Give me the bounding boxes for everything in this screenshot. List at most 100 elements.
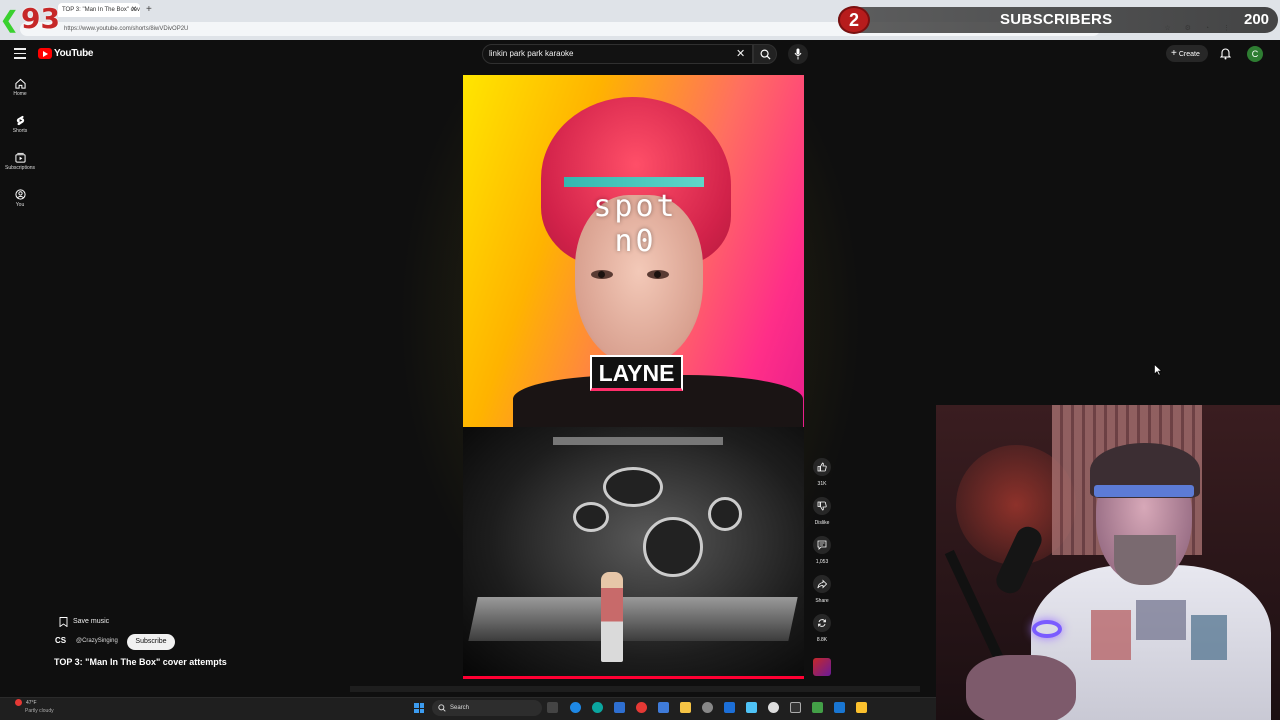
notifications-bell-icon[interactable] xyxy=(1219,47,1232,65)
shirt-art-panel xyxy=(1136,600,1186,640)
dislike-button[interactable]: Dislike xyxy=(812,497,832,526)
hamburger-menu-icon[interactable] xyxy=(14,48,26,60)
floor-tom xyxy=(708,497,742,531)
comment-count: 1,053 xyxy=(815,559,829,565)
browser-tab[interactable]: TOP 3: "Man In The Box" cov ✕ xyxy=(58,3,140,17)
tom-drum xyxy=(573,502,609,532)
tab-close-icon[interactable]: ✕ xyxy=(131,3,137,17)
subscriber-label: SUBSCRIBERS xyxy=(1000,11,1113,28)
bass-drum xyxy=(603,467,663,507)
weather-description[interactable]: Partly cloudy xyxy=(25,708,54,714)
channel-name[interactable]: @CrazySinging xyxy=(76,638,118,644)
video-top-panel: spot n0 LAYNE xyxy=(463,75,804,435)
remix-icon xyxy=(818,619,826,627)
tab-title: TOP 3: "Man In The Box" cov xyxy=(62,7,140,13)
shorts-video-player[interactable]: spot n0 LAYNE xyxy=(463,75,804,679)
sound-thumbnail[interactable] xyxy=(813,658,831,676)
streamer-webcam xyxy=(936,405,1280,720)
stream-counter: 93 xyxy=(21,2,60,35)
file-explorer-icon[interactable] xyxy=(680,702,691,713)
app-icon[interactable] xyxy=(746,702,757,713)
app-icon[interactable] xyxy=(768,702,779,713)
thumbs-up-icon xyxy=(817,462,827,472)
save-music-button[interactable]: Save music xyxy=(55,614,115,629)
page-scroll-strip xyxy=(350,686,920,692)
like-button[interactable]: 31K xyxy=(812,458,832,487)
comment-icon xyxy=(817,540,827,550)
headband xyxy=(1094,485,1194,497)
sidebar-item-subscriptions[interactable]: Subscriptions xyxy=(4,152,36,182)
kick-drum xyxy=(643,517,703,577)
video-progress-bar[interactable] xyxy=(463,676,804,679)
tattooed-arm xyxy=(966,655,1076,720)
microphone-icon xyxy=(794,48,802,60)
shirt-art-panel xyxy=(1091,610,1131,660)
create-button[interactable]: + Create xyxy=(1166,45,1208,62)
remix-button[interactable]: 8.8K xyxy=(812,614,832,643)
bookmark-icon xyxy=(59,617,68,627)
comments-button[interactable]: 1,053 xyxy=(812,536,832,565)
beard xyxy=(1114,535,1176,585)
right-eye xyxy=(647,270,669,279)
like-count: 31K xyxy=(817,481,827,487)
sidebar-item-shorts[interactable]: Shorts xyxy=(4,115,36,145)
video-overlay-text: spot n0 xyxy=(593,189,678,259)
subscriber-goal: 200 xyxy=(1244,11,1270,28)
taskbar-search-label: Search xyxy=(450,705,470,711)
share-icon xyxy=(817,579,827,589)
you-icon xyxy=(14,189,26,200)
app-icon[interactable] xyxy=(834,702,845,713)
app-icon[interactable] xyxy=(724,702,735,713)
weather-temperature[interactable]: 47°F xyxy=(26,700,37,706)
new-tab-button[interactable]: + xyxy=(146,4,152,15)
video-bottom-panel xyxy=(463,427,804,679)
taskbar-search[interactable]: Search xyxy=(432,700,542,716)
task-view-icon[interactable] xyxy=(547,702,558,713)
youtube-logo-icon[interactable] xyxy=(38,48,52,59)
plus-icon: + xyxy=(1171,48,1177,59)
name-card: LAYNE xyxy=(590,355,683,391)
lighting-rig xyxy=(553,437,723,445)
clear-search-icon[interactable]: ✕ xyxy=(736,47,745,60)
youtube-brand[interactable]: YouTube xyxy=(54,48,94,59)
left-eye xyxy=(591,270,613,279)
mail-icon[interactable] xyxy=(658,702,669,713)
channel-logo[interactable]: CS xyxy=(55,636,69,648)
remix-count: 8.8K xyxy=(816,637,828,643)
video-title[interactable]: TOP 3: "Man In The Box" cover attempts xyxy=(54,657,227,667)
search-icon xyxy=(438,704,446,712)
sidebar-label-subscriptions: Subscriptions xyxy=(4,165,35,171)
app-icon[interactable] xyxy=(856,702,867,713)
sidebar-item-you[interactable]: You xyxy=(4,189,36,219)
search-button[interactable] xyxy=(753,44,777,64)
edge-icon[interactable] xyxy=(592,702,603,713)
edge-browser-icon[interactable] xyxy=(570,702,581,713)
subscribe-button[interactable]: Subscribe xyxy=(127,634,175,650)
app-icon[interactable] xyxy=(812,702,823,713)
save-music-label: Save music xyxy=(73,618,110,625)
create-label: Create xyxy=(1178,51,1200,58)
store-icon[interactable] xyxy=(614,702,625,713)
weather-alert-icon[interactable] xyxy=(15,699,22,706)
screen: TOP 3: "Man In The Box" cov ✕ + https://… xyxy=(0,0,1280,720)
sidebar-label-shorts: Shorts xyxy=(12,128,28,134)
teal-caption-bar xyxy=(564,177,704,187)
share-button[interactable]: Share xyxy=(812,575,832,604)
home-icon xyxy=(14,78,26,89)
thumbs-down-icon xyxy=(817,501,827,511)
share-label: Share xyxy=(815,598,829,604)
chrome-icon[interactable] xyxy=(636,702,647,713)
subscriber-count-badge: 2 xyxy=(838,6,870,34)
obs-icon[interactable] xyxy=(790,702,801,713)
settings-icon[interactable] xyxy=(702,702,713,713)
search-query[interactable]: linkin park park karaoke xyxy=(489,49,573,58)
singer xyxy=(601,572,623,662)
search-icon xyxy=(760,49,771,60)
windows-start-icon[interactable] xyxy=(414,703,424,713)
subscriptions-icon xyxy=(14,152,26,163)
voice-search-button[interactable] xyxy=(788,44,808,64)
shorts-icon xyxy=(16,115,24,126)
sidebar-item-home[interactable]: Home xyxy=(4,78,36,108)
stage-platform xyxy=(468,597,798,641)
account-avatar[interactable]: C xyxy=(1247,46,1263,62)
